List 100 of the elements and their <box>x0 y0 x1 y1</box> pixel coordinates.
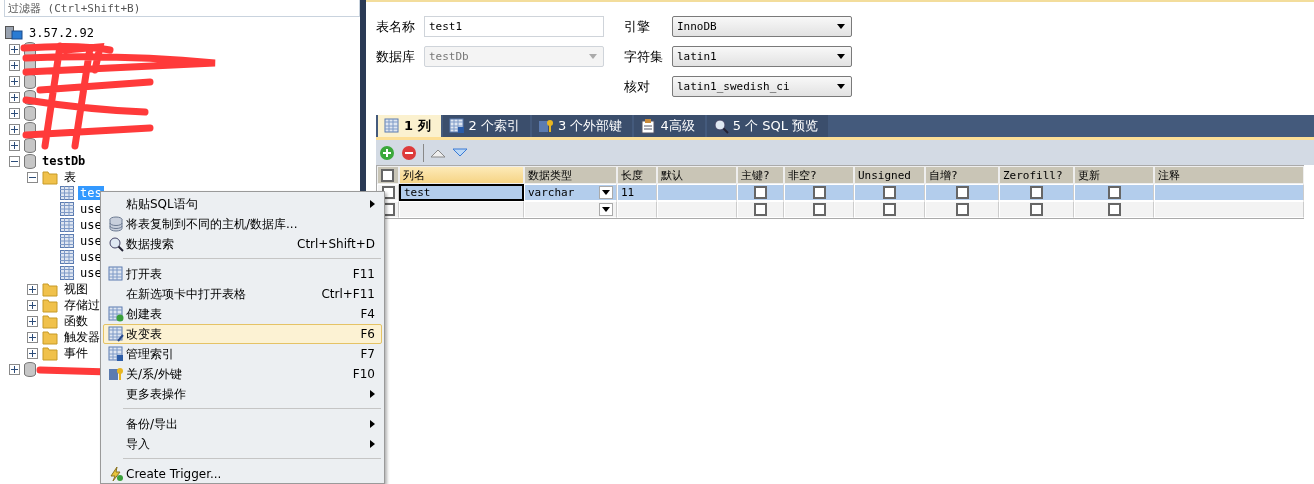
expand-toggle[interactable] <box>27 331 38 343</box>
tree-item[interactable]: 表 <box>62 168 78 186</box>
expand-toggle[interactable] <box>27 347 38 359</box>
folder-icon <box>42 169 58 185</box>
dropdown-button[interactable] <box>599 186 613 199</box>
tree-item[interactable]: 触发器 <box>62 328 102 346</box>
menu-item[interactable]: 管理索引 F7 <box>103 344 382 364</box>
checkbox[interactable] <box>883 203 896 216</box>
table-add-icon <box>108 306 124 322</box>
move-up-icon[interactable] <box>430 147 446 158</box>
menu-item[interactable]: 在新选项卡中打开表格 Ctrl+F11 <box>103 284 382 304</box>
caret-icon <box>602 207 610 212</box>
checkbox[interactable] <box>955 186 969 199</box>
column-header[interactable]: 默认 <box>657 166 737 184</box>
caret-icon <box>602 190 610 195</box>
menu-item[interactable]: Create Trigger... <box>103 464 382 484</box>
tree-item[interactable]: 存储过 <box>62 296 102 314</box>
engine-dropdown[interactable]: InnoDB <box>672 16 852 37</box>
menu-item[interactable]: 导入 <box>103 434 382 454</box>
checkbox[interactable] <box>812 203 826 216</box>
checkbox[interactable] <box>883 186 896 199</box>
table-cell[interactable] <box>1154 184 1304 201</box>
collapse-toggle[interactable] <box>9 155 20 167</box>
database-icon <box>24 73 36 89</box>
clipboard-icon <box>640 118 657 134</box>
expand-toggle[interactable] <box>27 283 38 295</box>
table-cell[interactable] <box>617 201 657 218</box>
checkbox[interactable] <box>812 186 826 199</box>
checkbox[interactable] <box>754 203 767 216</box>
search-icon <box>712 118 729 134</box>
dropdown-button[interactable] <box>599 203 613 216</box>
column-header[interactable]: 列名 <box>399 166 524 184</box>
expand-toggle[interactable] <box>9 139 20 151</box>
checkbox[interactable] <box>955 203 969 216</box>
menu-item[interactable]: 关/系/外键 F10 <box>103 364 382 384</box>
menu-item[interactable]: 粘贴SQL语句 <box>103 194 382 214</box>
expand-toggle[interactable] <box>9 363 20 375</box>
tab[interactable]: 2 个索引 <box>442 115 530 137</box>
checkbox[interactable] <box>1107 186 1121 199</box>
checkbox[interactable] <box>1030 186 1043 199</box>
table-icon <box>384 118 400 134</box>
tree-item[interactable]: 视图 <box>62 280 90 298</box>
tab[interactable]: 1 列 <box>378 115 441 137</box>
column-header[interactable]: 注释 <box>1154 166 1304 184</box>
checkbox[interactable] <box>381 168 394 182</box>
column-header[interactable]: 更新 <box>1074 166 1154 184</box>
tree-item[interactable]: testDb <box>40 154 88 168</box>
folder-icon <box>42 313 58 329</box>
table-cell[interactable] <box>524 201 617 218</box>
charset-dropdown[interactable]: latin1 <box>672 46 852 67</box>
menu-item[interactable]: 更多表操作 <box>103 384 382 404</box>
tab[interactable]: 5 个 SQL 预览 <box>706 115 829 137</box>
column-header[interactable]: 长度 <box>617 166 657 184</box>
caret-icon <box>837 84 845 89</box>
filter-field[interactable]: 过滤器 (Ctrl+Shift+B) <box>4 0 360 17</box>
remove-icon[interactable] <box>401 144 417 161</box>
table-cell[interactable] <box>399 201 524 218</box>
expand-toggle[interactable] <box>9 75 20 87</box>
column-header[interactable]: Zerofill? <box>999 166 1074 184</box>
column-header[interactable]: 数据类型 <box>524 166 617 184</box>
menu-item[interactable]: 创建表 F4 <box>103 304 382 324</box>
collapse-toggle[interactable] <box>27 171 38 183</box>
table-cell[interactable] <box>1154 201 1304 218</box>
expand-toggle[interactable] <box>27 299 38 311</box>
database-icon <box>24 105 36 121</box>
table-cell[interactable]: test <box>399 184 524 201</box>
column-header[interactable]: 非空? <box>784 166 854 184</box>
expand-toggle[interactable] <box>9 91 20 103</box>
table-cell[interactable]: 11 <box>617 184 657 201</box>
menu-item[interactable]: 改变表 F6 <box>103 324 382 344</box>
table-cell[interactable] <box>657 184 737 201</box>
move-down-icon[interactable] <box>452 147 468 158</box>
column-header[interactable]: 主键? <box>737 166 784 184</box>
expand-toggle[interactable] <box>9 123 20 135</box>
table-name-field[interactable]: test1 <box>424 16 604 37</box>
caret-icon <box>837 24 845 29</box>
add-icon[interactable] <box>379 144 395 161</box>
checkbox[interactable] <box>1030 203 1043 216</box>
menu-item[interactable]: 将表复制到不同的主机/数据库... <box>103 214 382 234</box>
table-cell[interactable]: varchar <box>524 184 617 201</box>
tab[interactable]: 4高级 <box>634 115 705 137</box>
tree-item[interactable]: 3.57.2.92 <box>27 26 97 40</box>
collation-dropdown[interactable]: latin1_swedish_ci <box>672 76 852 97</box>
menu-item[interactable]: 备份/导出 <box>103 414 382 434</box>
tab[interactable]: 3 个外部键 <box>532 115 633 137</box>
table-icon <box>60 266 74 280</box>
expand-toggle[interactable] <box>9 43 20 55</box>
tree-item[interactable]: 事件 <box>62 344 90 362</box>
table-cell[interactable] <box>657 201 737 218</box>
caret-icon <box>589 54 597 59</box>
expand-toggle[interactable] <box>9 107 20 119</box>
expand-toggle[interactable] <box>9 59 20 71</box>
column-header[interactable]: 自增? <box>925 166 999 184</box>
checkbox[interactable] <box>1107 203 1121 216</box>
tree-item[interactable]: 函数 <box>62 312 90 330</box>
menu-item[interactable]: 打开表 F11 <box>103 264 382 284</box>
expand-toggle[interactable] <box>27 315 38 327</box>
menu-item[interactable]: 数据搜索 Ctrl+Shift+D <box>103 234 382 254</box>
column-header[interactable]: Unsigned <box>854 166 925 184</box>
checkbox[interactable] <box>754 186 767 199</box>
